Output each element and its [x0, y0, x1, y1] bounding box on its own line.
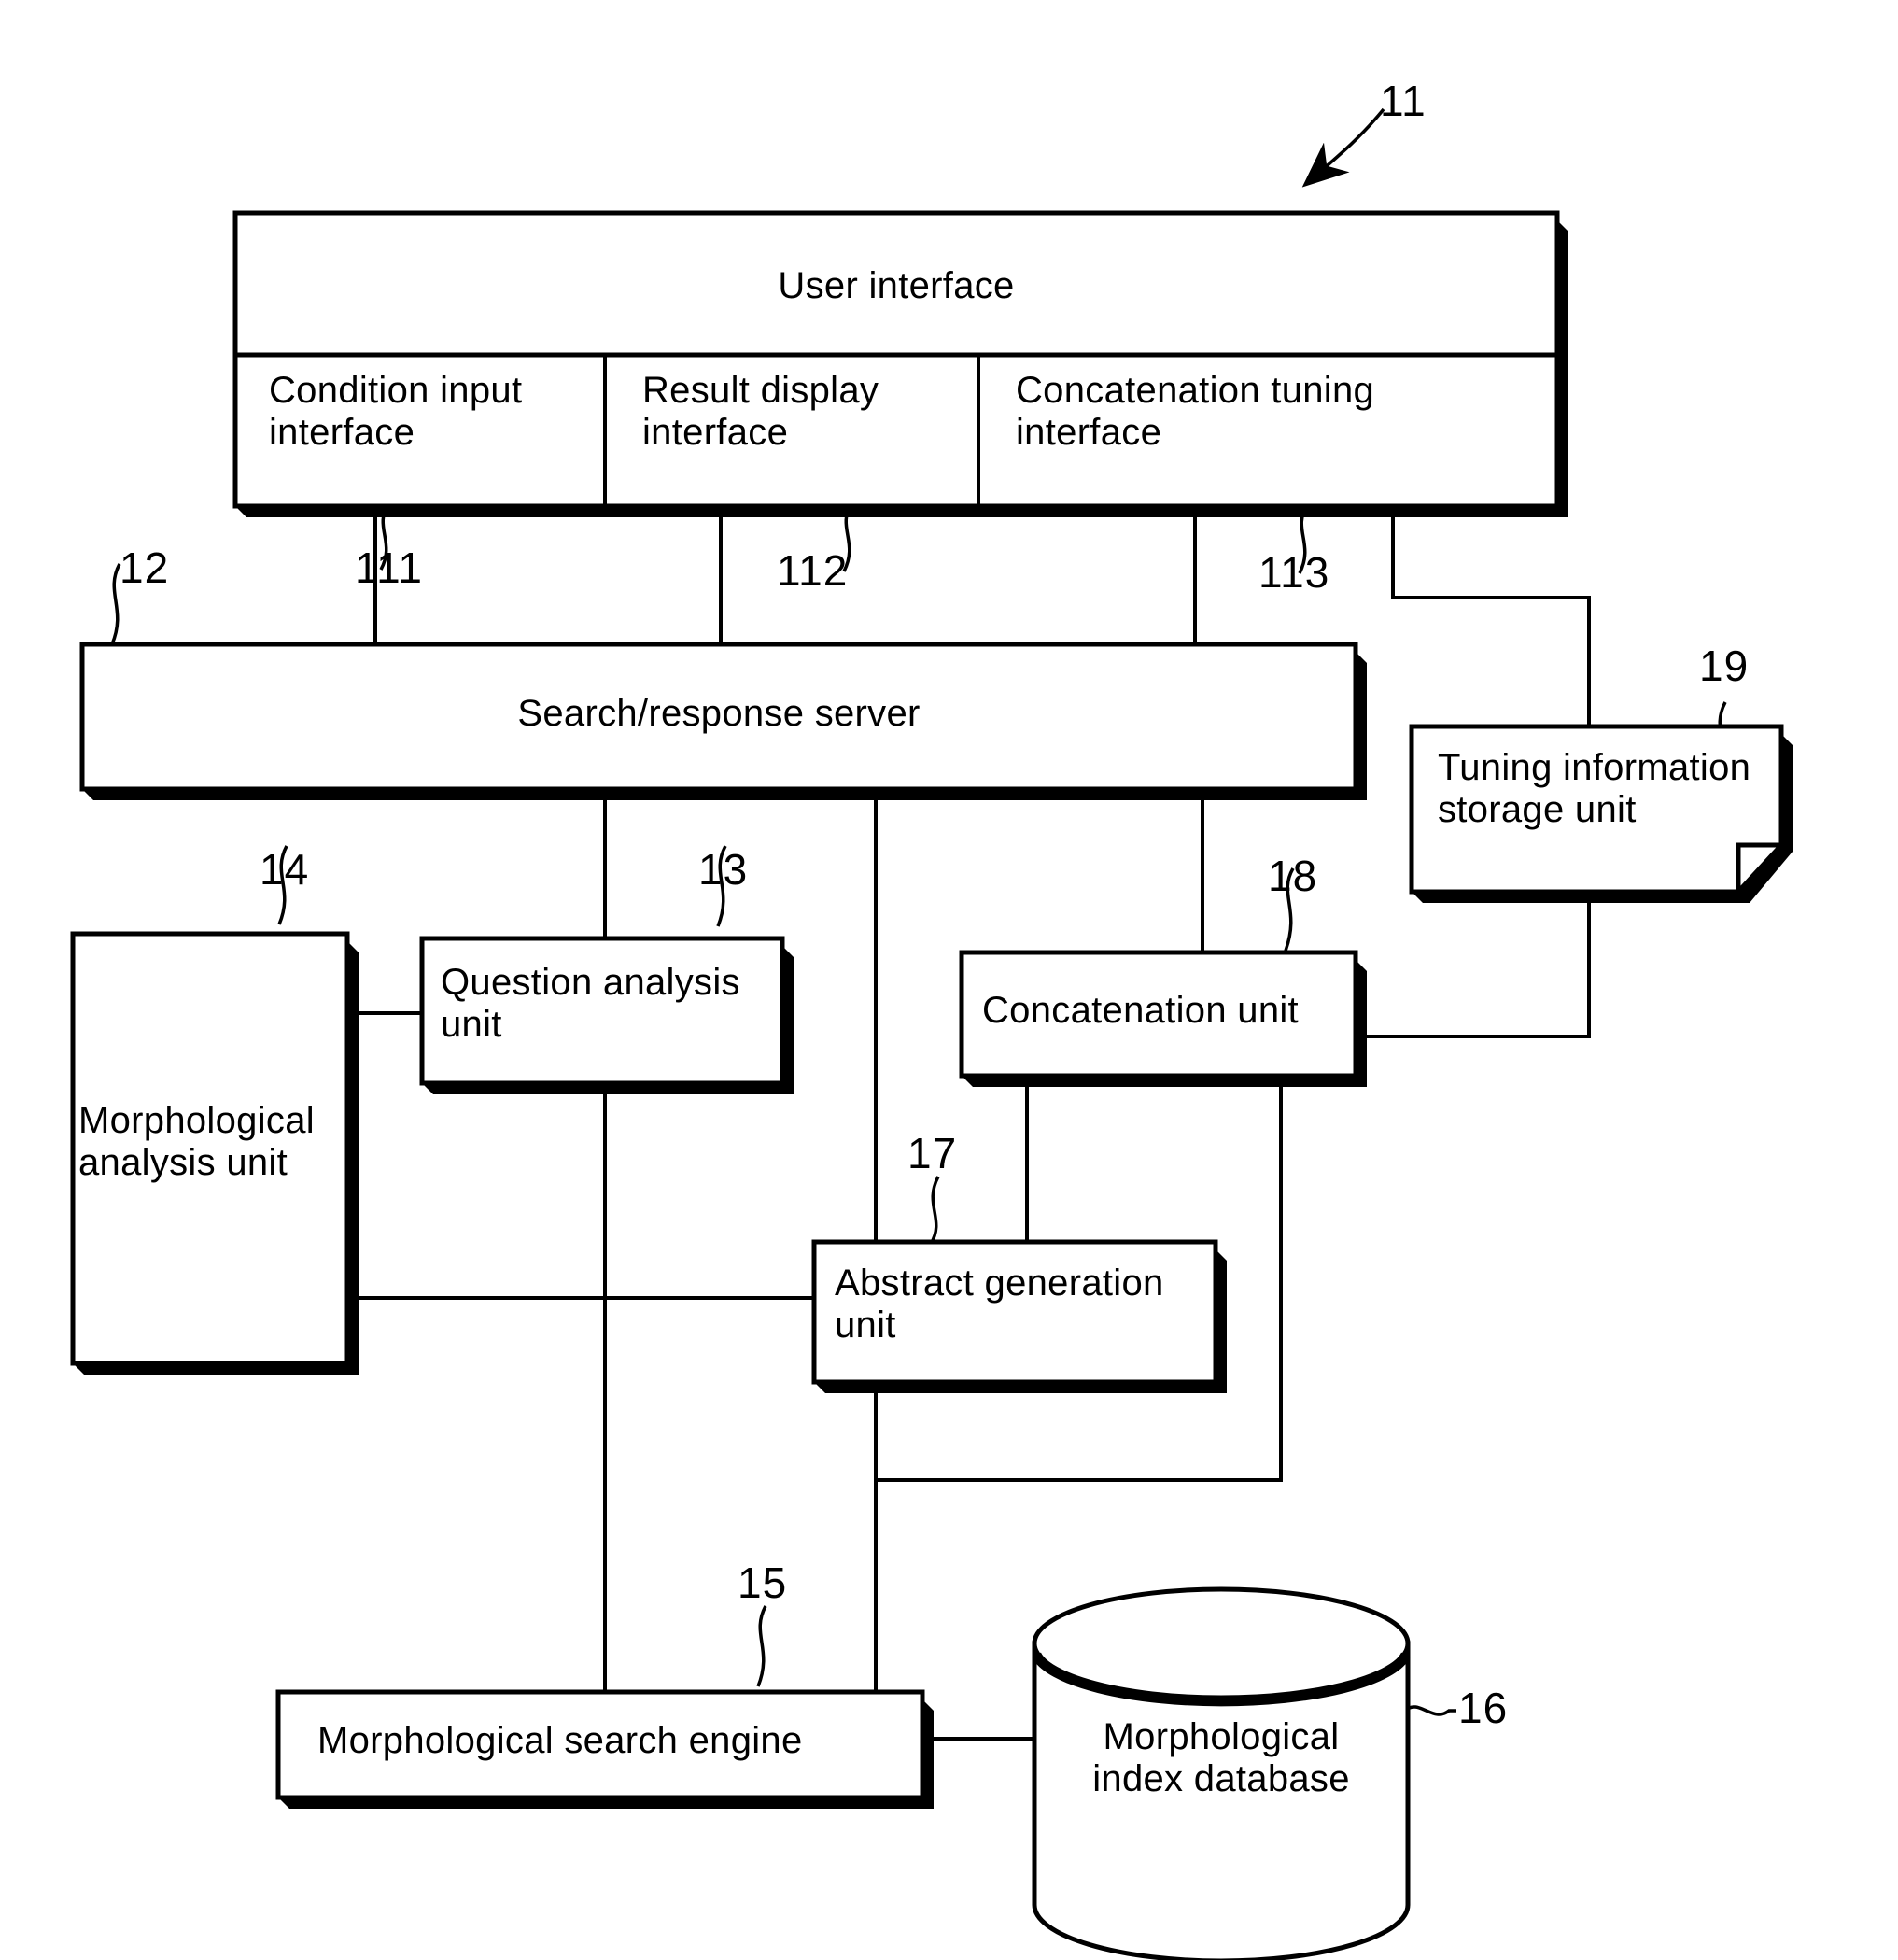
- link-concatenation-to-storage: [1356, 892, 1591, 1038]
- shape-question-analysis-unit: [419, 936, 794, 1094]
- reference-numeral-14: 14: [260, 845, 310, 894]
- leader-17: [929, 1176, 940, 1245]
- reference-numeral-16: 16: [1458, 1684, 1509, 1732]
- reference-numeral-112: 112: [777, 546, 849, 595]
- shape-search-response-server: [79, 642, 1367, 800]
- leader-16: [1403, 1705, 1456, 1716]
- shape-tuning-information-storage-unit: [1409, 724, 1793, 903]
- shape-morphological-analysis-unit: [70, 931, 359, 1375]
- reference-numeral-19: 19: [1699, 642, 1750, 690]
- shape-morphological-search-engine: [275, 1689, 934, 1809]
- shape-user-interface: [232, 210, 1568, 517]
- link-tuning-interface-to-storage: [1391, 493, 1591, 726]
- leader-12: [110, 563, 121, 645]
- reference-numeral-15: 15: [738, 1558, 788, 1607]
- reference-numeral-111: 111: [355, 543, 423, 592]
- leader-15: [756, 1605, 767, 1687]
- figure-line-art: [70, 107, 1793, 1960]
- patent-figure: User interface Condition input interface…: [0, 0, 1898, 1960]
- shape-morphological-index-database: [1032, 1586, 1411, 1960]
- reference-numeral-18: 18: [1268, 852, 1318, 900]
- leader-11: [1301, 107, 1385, 188]
- reference-numeral-17: 17: [907, 1129, 958, 1177]
- shape-abstract-generation-unit: [811, 1239, 1227, 1393]
- reference-numeral-12: 12: [120, 543, 170, 592]
- shape-concatenation-unit: [959, 950, 1367, 1087]
- reference-numeral-113: 113: [1258, 548, 1330, 597]
- reference-numeral-11: 11: [1380, 77, 1427, 125]
- reference-numeral-13: 13: [698, 845, 749, 894]
